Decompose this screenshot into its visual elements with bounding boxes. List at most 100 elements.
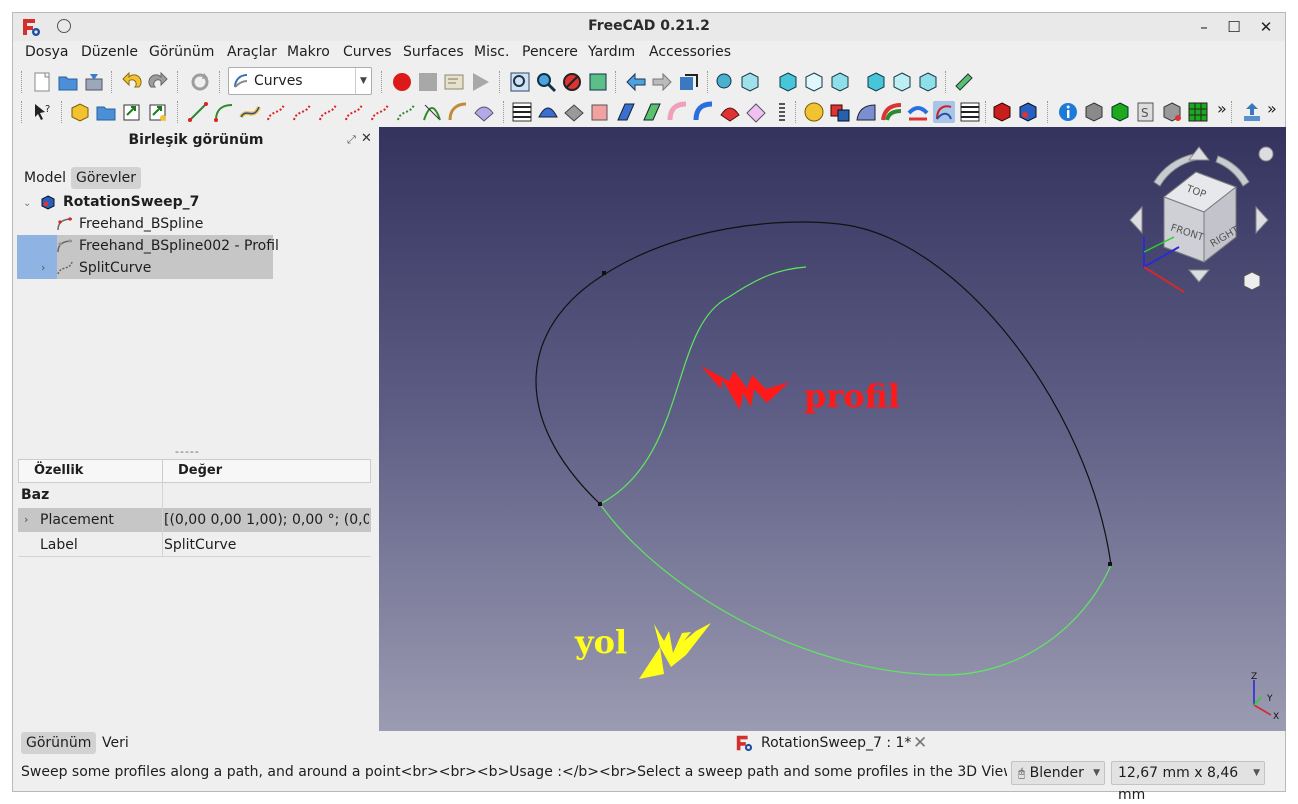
- shape-info-icon[interactable]: [1161, 101, 1183, 123]
- forward-arrow-icon[interactable]: [651, 71, 673, 93]
- flatten-face-icon[interactable]: [615, 101, 637, 123]
- isometric-view-icon[interactable]: [715, 71, 737, 93]
- property-header-value[interactable]: Değer: [162, 459, 371, 483]
- close-tab-icon[interactable]: ✕: [913, 733, 927, 753]
- chevron-right-icon[interactable]: ›: [24, 508, 28, 532]
- view-bottom-icon[interactable]: [891, 71, 913, 93]
- close-window-button[interactable]: ✕: [1255, 17, 1277, 37]
- property-value[interactable]: SplitCurve: [164, 533, 236, 557]
- menu-macro[interactable]: Makro: [287, 44, 330, 60]
- tree-item-profile[interactable]: Freehand_BSpline002 - Profil: [57, 235, 279, 257]
- menu-window[interactable]: Pencere: [522, 44, 578, 60]
- sweep-pipe-icon[interactable]: [693, 101, 715, 123]
- open-document-icon[interactable]: [57, 71, 79, 93]
- sweep-surface-icon[interactable]: [473, 101, 495, 123]
- stop-macro-icon[interactable]: [417, 71, 439, 93]
- menu-curves[interactable]: Curves: [343, 44, 392, 60]
- freehand-bspline-icon[interactable]: [265, 101, 287, 123]
- undo-icon[interactable]: [121, 71, 143, 93]
- parametric-solid-icon[interactable]: [855, 101, 877, 123]
- tab-data[interactable]: Veri: [97, 732, 134, 754]
- zebra-tool-icon[interactable]: [959, 101, 981, 123]
- navigation-style-selector[interactable]: 🖰 Blender ▼: [1011, 761, 1105, 785]
- green-box-icon[interactable]: [1109, 101, 1131, 123]
- upload-icon[interactable]: [1241, 101, 1263, 123]
- menu-edit[interactable]: Düzenle: [81, 44, 138, 60]
- chevron-down-icon[interactable]: ⌄: [23, 198, 31, 209]
- fit-all-icon[interactable]: [509, 71, 531, 93]
- sphere-icon[interactable]: [803, 101, 825, 123]
- draw-style-icon[interactable]: [561, 71, 583, 93]
- dimension-selector[interactable]: 12,67 mm x 8,46 mm ▼: [1111, 761, 1265, 803]
- view-top-icon[interactable]: [803, 71, 825, 93]
- line-tool-icon[interactable]: [187, 101, 209, 123]
- bounding-box-icon[interactable]: [587, 71, 609, 93]
- ruled-surface-icon[interactable]: [641, 101, 663, 123]
- float-panel-icon[interactable]: ⤢: [347, 133, 356, 147]
- save-document-icon[interactable]: [83, 71, 105, 93]
- record-macro-icon[interactable]: [391, 71, 413, 93]
- toolbar-overflow-button-2[interactable]: »: [1267, 99, 1289, 121]
- view-rear-icon[interactable]: [865, 71, 887, 93]
- property-value[interactable]: [(0,00 0,00 1,00); 0,00 °; (0,00 ...: [164, 508, 369, 532]
- back-arrow-icon[interactable]: [625, 71, 647, 93]
- menu-help[interactable]: Yardım: [588, 44, 635, 60]
- lattice-icon[interactable]: [745, 101, 767, 123]
- menu-file[interactable]: Dosya: [25, 44, 69, 60]
- view-left-icon[interactable]: [917, 71, 939, 93]
- helix-icon[interactable]: [771, 101, 793, 123]
- sketch-on-surface-icon[interactable]: [719, 101, 741, 123]
- run-macro-icon[interactable]: [469, 71, 491, 93]
- interpolate-icon[interactable]: [343, 101, 365, 123]
- view-front-icon[interactable]: [777, 71, 799, 93]
- link-actions-icon[interactable]: [147, 101, 169, 123]
- sync-view-icon[interactable]: [677, 71, 699, 93]
- property-row-placement[interactable]: › Placement [(0,00 0,00 1,00); 0,00 °; (…: [18, 508, 371, 532]
- split-curve-icon[interactable]: [395, 101, 417, 123]
- surface-analysis-icon[interactable]: [537, 101, 559, 123]
- create-group-icon[interactable]: [95, 101, 117, 123]
- blend-curve-icon[interactable]: [239, 101, 261, 123]
- close-panel-icon[interactable]: ✕: [361, 131, 372, 146]
- gordon-surface-icon[interactable]: [563, 101, 585, 123]
- tree-item-freehand-bspline[interactable]: Freehand_BSpline: [57, 213, 277, 235]
- tab-view[interactable]: Görünüm: [21, 732, 97, 754]
- redo-icon[interactable]: [147, 71, 169, 93]
- chevron-right-icon[interactable]: ›: [41, 257, 45, 279]
- make-link-icon[interactable]: [121, 101, 143, 123]
- view-right-icon[interactable]: [829, 71, 851, 93]
- extend-face-icon[interactable]: [589, 101, 611, 123]
- minimize-button[interactable]: –: [1193, 17, 1215, 37]
- tree-item-split-curve[interactable]: › SplitCurve: [41, 257, 277, 279]
- tab-model[interactable]: Model: [19, 167, 71, 189]
- profile-support-icon[interactable]: [881, 101, 903, 123]
- create-part-icon[interactable]: [69, 101, 91, 123]
- panel-splitter[interactable]: -----: [175, 445, 200, 458]
- property-row-label[interactable]: Label SplitCurve: [18, 533, 371, 557]
- grid-icon[interactable]: [1187, 101, 1209, 123]
- whats-this-icon[interactable]: ?: [31, 101, 53, 123]
- 3d-viewport[interactable]: TOP FRONT RIGHT Z Y X profil yol: [379, 127, 1286, 731]
- edit-macro-icon[interactable]: [443, 71, 465, 93]
- pipe-shell-icon[interactable]: [667, 101, 689, 123]
- toolbar-overflow-button[interactable]: »: [1217, 99, 1239, 121]
- workbench-selector[interactable]: Curves ▼: [228, 67, 372, 95]
- info-icon[interactable]: [1057, 101, 1079, 123]
- blue-cubes-icon[interactable]: [1017, 101, 1039, 123]
- discretize-icon[interactable]: [317, 101, 339, 123]
- trim-curve-icon[interactable]: [421, 101, 443, 123]
- property-header-name[interactable]: Özellik: [18, 459, 163, 483]
- property-group-base[interactable]: Baz: [18, 483, 371, 507]
- blend-solid-icon[interactable]: [829, 101, 851, 123]
- comb-plot-icon[interactable]: [369, 101, 391, 123]
- menu-tools[interactable]: Araçlar: [227, 44, 277, 60]
- menu-accessories[interactable]: Accessories: [649, 44, 731, 60]
- maximize-button[interactable]: ☐: [1223, 17, 1245, 37]
- tree-item-root[interactable]: ⌄ RotationSweep_7: [23, 191, 199, 213]
- tab-tasks[interactable]: Görevler: [71, 167, 142, 189]
- measure-icon[interactable]: [953, 71, 975, 93]
- new-document-icon[interactable]: [31, 71, 53, 93]
- view-cube-icon[interactable]: [739, 71, 761, 93]
- fit-selection-icon[interactable]: [535, 71, 557, 93]
- menu-misc[interactable]: Misc.: [474, 44, 509, 60]
